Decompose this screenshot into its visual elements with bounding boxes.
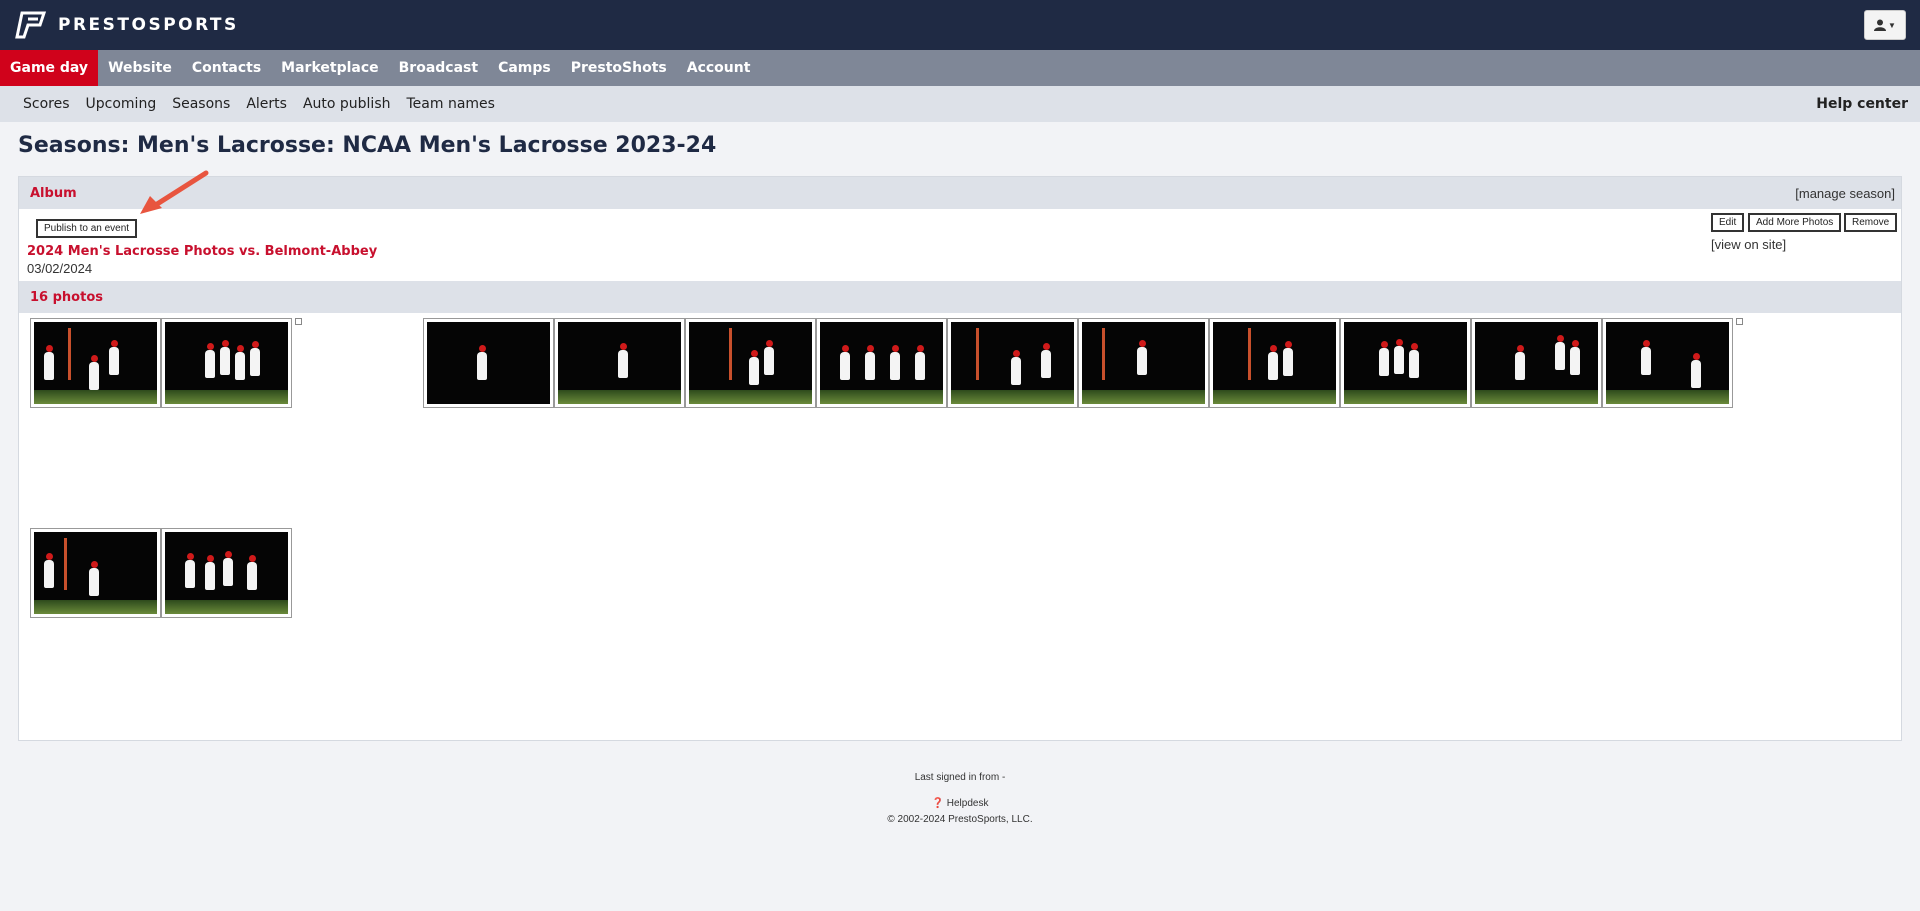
nav-game-day[interactable]: Game day xyxy=(0,50,99,86)
subnav-alerts[interactable]: Alerts xyxy=(238,96,295,112)
photo-count: 16 photos xyxy=(30,289,103,305)
photo-count-bar: 16 photos xyxy=(19,281,1901,313)
subnav-upcoming[interactable]: Upcoming xyxy=(78,96,165,112)
photo-thumbnail[interactable] xyxy=(685,318,816,408)
nav-broadcast[interactable]: Broadcast xyxy=(389,50,488,86)
last-signed-info: Last signed in from - xyxy=(914,772,1006,783)
remove-button[interactable]: Remove xyxy=(1844,213,1898,232)
add-more-photos-button[interactable]: Add More Photos xyxy=(1748,213,1842,232)
photo-thumbnail[interactable] xyxy=(423,318,554,408)
user-icon xyxy=(1874,19,1887,31)
nav-website[interactable]: Website xyxy=(98,50,182,86)
photo-image xyxy=(34,322,157,404)
nav-marketplace[interactable]: Marketplace xyxy=(271,50,388,86)
chevron-down-icon: ▼ xyxy=(1888,20,1896,30)
photo-thumbnail[interactable] xyxy=(1209,318,1340,408)
photo-grid xyxy=(19,313,1901,713)
top-header: PRESTOSPORTS ▼ xyxy=(0,0,1920,50)
photo-image xyxy=(689,322,812,404)
photo-thumbnail[interactable] xyxy=(30,318,161,408)
edit-button[interactable]: Edit xyxy=(1711,213,1745,232)
photo-image xyxy=(165,532,288,614)
subnav-auto-publish[interactable]: Auto publish xyxy=(295,96,399,112)
photo-image xyxy=(1606,322,1729,404)
publish-to-event-button[interactable]: Publish to an event xyxy=(36,219,138,238)
user-menu-button[interactable]: ▼ xyxy=(1864,10,1906,40)
nav-camps[interactable]: Camps xyxy=(488,50,561,86)
prestosports-logo-icon xyxy=(15,11,47,39)
photo-image xyxy=(1082,322,1205,404)
subnav-team-names[interactable]: Team names xyxy=(399,96,503,112)
photo-image xyxy=(34,532,157,614)
nav-contacts[interactable]: Contacts xyxy=(182,50,271,86)
copyright: © 2002-2024 PrestoSports, LLC. xyxy=(887,814,1033,825)
album-date: 03/02/2024 xyxy=(27,261,93,276)
brand-name: PRESTOSPORTS xyxy=(58,15,239,35)
photo-thumbnail[interactable] xyxy=(161,318,292,408)
photo-image xyxy=(1344,322,1467,404)
album-panel-header: Album [manage season] xyxy=(19,177,1901,209)
photo-thumbnail[interactable] xyxy=(30,528,161,618)
nav-prestoshots[interactable]: PrestoShots xyxy=(561,50,677,86)
nav-account[interactable]: Account xyxy=(677,50,761,86)
photo-image xyxy=(558,322,681,404)
photo-thumbnail[interactable] xyxy=(161,528,292,618)
annotation-arrow-icon xyxy=(140,170,209,214)
photo-thumbnail[interactable] xyxy=(1602,318,1733,408)
album-row: Publish to an event 2024 Men's Lacrosse … xyxy=(19,209,1901,281)
photo-image xyxy=(427,322,550,404)
manage-season-link[interactable]: [manage season] xyxy=(1795,186,1895,201)
photo-image xyxy=(1475,322,1598,404)
question-circle-icon: ❓ xyxy=(931,798,944,809)
photo-thumbnail[interactable] xyxy=(816,318,947,408)
view-on-site-link[interactable]: [view on site] xyxy=(1711,237,1786,252)
photo-thumbnail[interactable] xyxy=(554,318,685,408)
sub-nav: Scores Upcoming Seasons Alerts Auto publ… xyxy=(0,86,1920,122)
helpdesk-row: ❓ Helpdesk xyxy=(0,798,1920,809)
main-nav: Game day Website Contacts Marketplace Br… xyxy=(0,50,1920,86)
photo-image xyxy=(820,322,943,404)
photo-image xyxy=(1213,322,1336,404)
photo-thumbnail[interactable] xyxy=(1471,318,1602,408)
help-center-link[interactable]: Help center xyxy=(1816,96,1908,112)
album-name-link[interactable]: 2024 Men's Lacrosse Photos vs. Belmont-A… xyxy=(27,244,377,259)
photo-drag-handle[interactable] xyxy=(295,318,302,325)
prestosports-logo[interactable]: PRESTOSPORTS xyxy=(14,11,239,39)
photo-thumbnail[interactable] xyxy=(1340,318,1471,408)
photo-thumbnail[interactable] xyxy=(1078,318,1209,408)
subnav-seasons[interactable]: Seasons xyxy=(164,96,238,112)
photo-image xyxy=(165,322,288,404)
album-panel-title: Album xyxy=(30,185,77,201)
album-panel: Album [manage season] Publish to an even… xyxy=(18,176,1902,741)
photo-thumbnail[interactable] xyxy=(947,318,1078,408)
helpdesk-link[interactable]: Helpdesk xyxy=(947,798,989,809)
subnav-scores[interactable]: Scores xyxy=(15,96,78,112)
page-title: Seasons: Men's Lacrosse: NCAA Men's Lacr… xyxy=(18,133,717,158)
photo-drag-handle[interactable] xyxy=(1736,318,1743,325)
photo-image xyxy=(951,322,1074,404)
